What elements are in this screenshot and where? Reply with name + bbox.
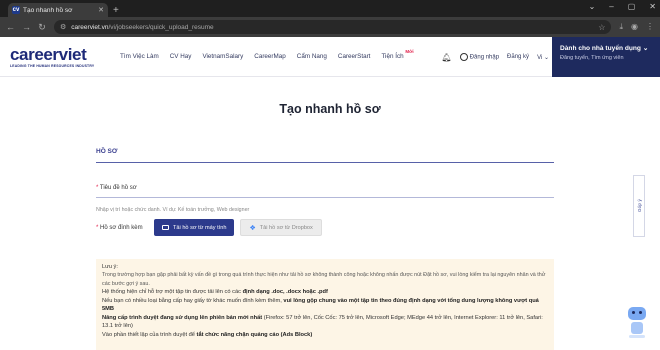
employer-title: Dành cho nhà tuyển dụng ⌄	[560, 45, 649, 52]
upload-from-computer-button[interactable]: Tải hồ sơ từ máy tính	[154, 219, 235, 236]
logo[interactable]: careerviet LEADING THE HUMAN RESOURCES I…	[10, 46, 106, 68]
bookmark-star-icon[interactable]: ☆	[598, 23, 605, 32]
employer-subtitle: Đăng tuyển, Tìm ứng viên	[560, 55, 624, 61]
site-info-icon[interactable]: ⚙	[60, 23, 66, 31]
window-controls: ⌄ – ▢ ✕	[589, 2, 656, 11]
notice-line: Hệ thống hiện chỉ hỗ trợ một tập tin đượ…	[102, 289, 328, 295]
close-window-icon[interactable]: ✕	[649, 2, 656, 11]
maximize-icon[interactable]: ▢	[628, 2, 636, 11]
browser-toolbar: ← → ↻ ⚙ careerviet.vn/vi/jobseekers/quic…	[0, 17, 660, 37]
upload-from-dropbox-button[interactable]: ❖ Tải hồ sơ từ Dropbox	[240, 219, 322, 236]
notice-title: Lưu ý:	[102, 264, 118, 270]
nav-item-careerstart[interactable]: CareerStart	[338, 53, 371, 60]
main-content: Tạo nhanh hồ sơ HỒ SƠ * Tiêu đề hồ sơ Nh…	[0, 78, 660, 350]
address-bar[interactable]: ⚙ careerviet.vn/vi/jobseekers/quick_uplo…	[54, 20, 612, 34]
new-badge: Mới	[405, 49, 414, 54]
site-header: careerviet LEADING THE HUMAN RESOURCES I…	[0, 37, 660, 77]
resume-title-hint: Nhập vị trí hoặc chức danh. Ví dụ: Kế to…	[96, 207, 250, 213]
notice-line: Nâng cấp trình duyệt đang sử dụng lên ph…	[102, 314, 543, 330]
nav-item-jobs[interactable]: Tìm Việc Làm	[120, 53, 159, 60]
forward-icon[interactable]: →	[22, 22, 31, 32]
user-icon	[459, 53, 468, 61]
page-title: Tạo nhanh hồ sơ	[279, 102, 381, 116]
bell-icon[interactable]: 🔔︎	[442, 53, 452, 62]
section-title: HỒ SƠ	[96, 148, 118, 155]
register-link[interactable]: Đăng ký	[507, 54, 529, 60]
dropbox-icon: ❖	[249, 224, 256, 232]
notice-line: Vào phần thiết lập của trình duyệt để tắ…	[102, 331, 313, 338]
new-tab-icon[interactable]: +	[113, 5, 119, 16]
notice-line: Trong trường hợp bạn gặp phải bất kỳ vấn…	[102, 272, 546, 287]
browser-tab[interactable]: cv Tạo nhanh hồ sơ ✕	[8, 3, 108, 17]
resume-title-label: * Tiêu đề hồ sơ	[96, 185, 137, 191]
employer-panel[interactable]: Dành cho nhà tuyển dụng ⌄ Đăng tuyển, Tì…	[552, 37, 660, 77]
nav-item-tien-ich[interactable]: Tiện Ích Mới	[381, 49, 413, 60]
chatbot-robot-icon[interactable]	[626, 307, 648, 339]
minimize-icon[interactable]: –	[609, 2, 613, 11]
tab-title: Tạo nhanh hồ sơ	[23, 6, 73, 14]
login-link[interactable]: Đăng nhập	[459, 53, 499, 61]
reload-icon[interactable]: ↻	[38, 22, 46, 33]
attachment-label: * Hồ sơ đính kèm	[96, 224, 143, 231]
menu-icon[interactable]: ⋮	[646, 22, 654, 32]
chevron-down-icon[interactable]: ⌄	[589, 2, 596, 11]
feedback-tab[interactable]: Góp ý	[633, 175, 645, 237]
nav-item-cv-hay[interactable]: CV Hay	[170, 53, 192, 60]
download-icon[interactable]: ⤓	[619, 22, 623, 32]
section-divider	[96, 162, 554, 163]
site-favicon-icon: cv	[12, 6, 20, 14]
profile-icon[interactable]: ◉	[631, 22, 638, 32]
notice-box: Lưu ý: Trong trường hợp bạn gặp phải bất…	[96, 259, 554, 350]
nav-item-cam-nang[interactable]: Cẩm Nang	[297, 53, 327, 60]
upload-row: * Hồ sơ đính kèm Tải hồ sơ từ máy tính ❖…	[96, 219, 322, 236]
back-icon[interactable]: ←	[6, 22, 15, 32]
language-selector[interactable]: Vi ⌄	[537, 54, 549, 61]
notice-line: Nếu bạn có nhiều loại bằng cấp hay giấy …	[102, 297, 539, 313]
url-text: careerviet.vn/vi/jobseekers/quick_upload…	[71, 23, 214, 31]
folder-icon	[162, 225, 169, 230]
nav-item-vietnamsalary[interactable]: VietnamSalary	[202, 53, 243, 60]
close-tab-icon[interactable]: ✕	[98, 6, 104, 14]
chevron-down-icon: ⌄	[642, 45, 649, 52]
browser-tabbar: cv Tạo nhanh hồ sơ ✕ + ⌄ – ▢ ✕	[0, 0, 660, 17]
main-nav: Tìm Việc Làm CV Hay VietnamSalary Career…	[120, 49, 414, 60]
nav-item-careermap[interactable]: CareerMap	[254, 53, 286, 60]
resume-title-input[interactable]	[96, 197, 554, 198]
